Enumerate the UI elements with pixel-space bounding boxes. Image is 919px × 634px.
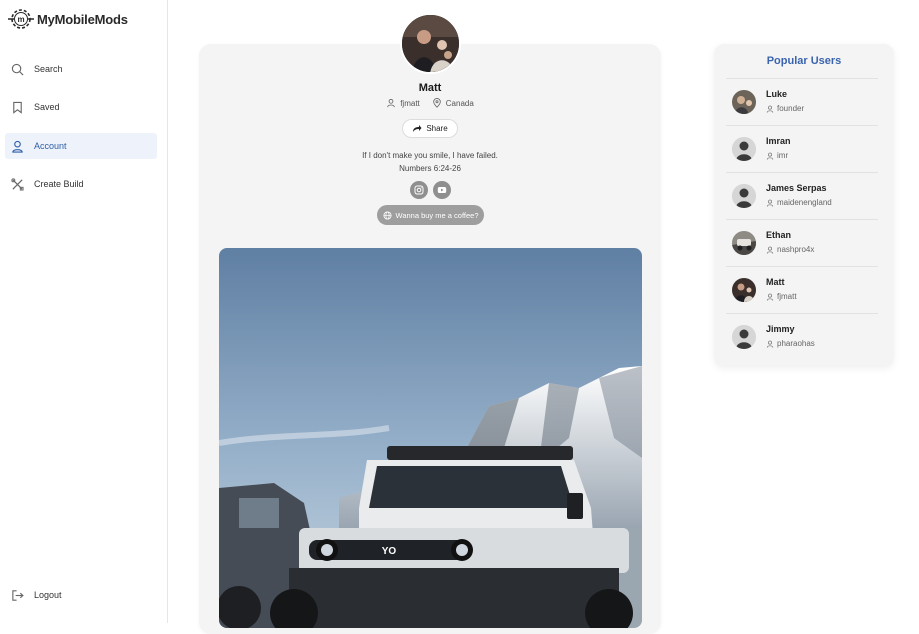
list-item[interactable]: Matt fjmatt (726, 266, 878, 312)
profile-name: Matt (418, 82, 442, 94)
avatar (732, 90, 756, 114)
sidebar-item-account[interactable]: Account (5, 133, 157, 159)
avatar-photo (732, 90, 756, 114)
logout-label: Logout (34, 590, 62, 600)
globe-icon (383, 210, 392, 220)
profile-username: fjmatt (400, 98, 420, 108)
avatar (732, 278, 756, 302)
user-handle: founder (766, 104, 804, 113)
sidebar-item-label: Create Build (34, 179, 84, 189)
default-avatar-icon (732, 137, 756, 161)
avatar (732, 137, 756, 161)
tools-icon (11, 177, 24, 191)
user-icon (766, 152, 774, 160)
search-icon (11, 63, 24, 75)
user-name: Imran (766, 136, 791, 146)
user-name: Luke (766, 89, 788, 99)
avatar (732, 325, 756, 349)
avatar (732, 231, 756, 255)
sidebar-item-label: Account (34, 141, 67, 151)
gear-logo-icon: m (8, 9, 34, 29)
user-handle: fjmatt (766, 292, 797, 301)
user-handle-text: fjmatt (777, 292, 797, 301)
user-handle-text: pharaohas (777, 339, 815, 348)
bookmark-icon (13, 101, 22, 114)
list-item[interactable]: Luke founder (726, 78, 878, 124)
profile-bio: If I don't make you smile, I have failed… (310, 149, 550, 175)
instagram-link[interactable] (410, 181, 428, 199)
instagram-icon (414, 185, 424, 195)
avatar-photo (732, 278, 756, 302)
bio-line: Numbers 6:24-26 (399, 164, 461, 173)
build-photo-image: YO (219, 248, 642, 628)
user-handle-text: maidenengland (777, 198, 832, 207)
user-handle: imr (766, 151, 788, 160)
user-handle: pharaohas (766, 339, 815, 348)
share-label: Share (426, 124, 448, 133)
build-photo[interactable]: YO (219, 248, 642, 628)
default-avatar-icon (732, 325, 756, 349)
user-icon (766, 340, 774, 348)
user-handle-text: imr (777, 151, 789, 160)
user-icon (766, 105, 774, 113)
buy-coffee-button[interactable]: Wanna buy me a coffee? (377, 205, 484, 225)
user-icon (387, 99, 395, 108)
brand-name: MyMobileMods (37, 11, 128, 27)
share-arrow-icon (413, 125, 422, 132)
sidebar-item-saved[interactable]: Saved (5, 94, 157, 120)
brand-logo[interactable]: m MyMobileMods (8, 8, 128, 30)
share-button[interactable]: Share (402, 119, 458, 138)
popular-users-card: Popular Users Luke founder Imran imr Jam… (714, 44, 894, 367)
sidebar-item-label: Saved (34, 102, 60, 112)
user-handle: nashpro4x (766, 245, 814, 254)
user-handle-text: founder (777, 104, 805, 113)
default-avatar-icon (732, 184, 756, 208)
avatar (732, 184, 756, 208)
youtube-link[interactable] (433, 181, 451, 199)
user-handle: maidenengland (766, 198, 832, 207)
popular-users-title: Popular Users (766, 55, 842, 67)
avatar-photo (732, 231, 756, 255)
user-icon (766, 293, 774, 301)
list-item[interactable]: James Serpas maidenengland (726, 172, 878, 218)
youtube-icon (437, 187, 447, 193)
user-name: Jimmy (766, 324, 795, 334)
user-name: James Serpas (766, 183, 827, 193)
sidebar: m MyMobileMods Search Saved Account Crea… (0, 0, 168, 623)
profile-avatar[interactable] (400, 13, 461, 74)
logo-letter: m (17, 15, 24, 24)
logout-icon (12, 589, 24, 601)
user-icon (766, 199, 774, 207)
user-name: Ethan (766, 230, 792, 240)
sidebar-item-create-build[interactable]: Create Build (5, 171, 157, 197)
user-icon (766, 246, 774, 254)
logout-button[interactable]: Logout (5, 582, 157, 608)
user-name: Matt (766, 277, 785, 287)
profile-location: Canada (445, 98, 474, 108)
sidebar-item-search[interactable]: Search (5, 56, 157, 82)
list-item[interactable]: Imran imr (726, 125, 878, 171)
user-icon (12, 140, 23, 153)
user-handle-text: nashpro4x (777, 245, 815, 254)
coffee-label: Wanna buy me a coffee? (395, 210, 479, 220)
bio-line: If I don't make you smile, I have failed… (362, 151, 498, 160)
sidebar-item-label: Search (34, 64, 63, 74)
location-pin-icon (433, 98, 441, 108)
profile-meta: fjmatt Canada (330, 98, 530, 108)
list-item[interactable]: Ethan nashpro4x (726, 219, 878, 265)
photo-plate-text: YO (382, 546, 397, 557)
list-item[interactable]: Jimmy pharaohas (726, 313, 878, 359)
